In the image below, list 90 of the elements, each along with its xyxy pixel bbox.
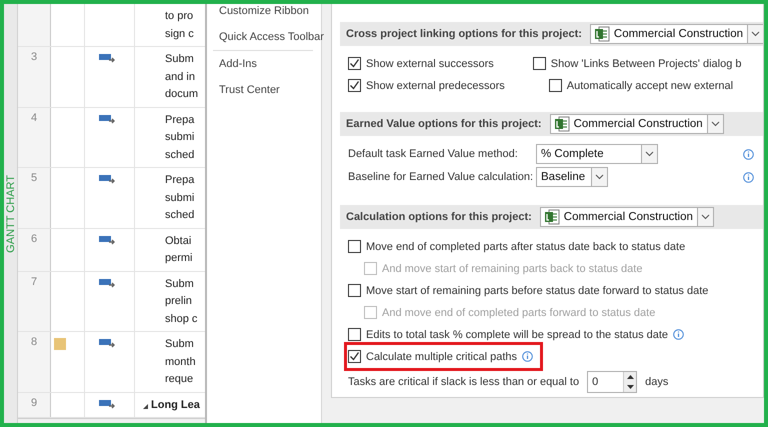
task-name: Prepa	[165, 173, 194, 188]
task-row[interactable]: 7 Subm prelin shop c	[18, 272, 205, 332]
option-label: Move end of completed parts after status date back to status date	[366, 240, 686, 252]
option-label: Automatically accept new external	[566, 80, 734, 92]
task-mode-icon	[99, 53, 116, 65]
option-label: Edits to total task % complete will be spread to the status date	[366, 328, 668, 340]
option-label: Show external predecessors	[366, 80, 505, 92]
section-title: Earned Value options for this project:	[346, 118, 542, 130]
task-row[interactable]: 6 Obtai permi	[18, 228, 205, 272]
caret-icon	[700, 214, 710, 220]
section-title: Calculation options for this project:	[346, 211, 532, 223]
project-dropdown[interactable]: Commercial Construction	[540, 207, 714, 227]
task-name: sched	[165, 148, 194, 162]
spin-down-button[interactable]	[624, 382, 636, 392]
value-dropdown[interactable]: % Complete	[536, 144, 658, 164]
project-file-icon	[594, 26, 610, 42]
field-label: Tasks are critical if slack is less than or equal to	[348, 376, 580, 388]
nav-item[interactable]: Customize Ribbon	[213, 4, 315, 24]
caret-icon	[710, 121, 720, 127]
task-name: docum	[165, 87, 198, 102]
task-row[interactable]: to pro sign c	[18, 4, 205, 47]
option-label: Show external successors	[366, 58, 494, 70]
task-row[interactable]: 8 Subm month reque	[18, 332, 205, 392]
checkbox[interactable]	[548, 79, 562, 92]
task-mode-icon	[99, 278, 116, 290]
task-mode-icon	[99, 398, 116, 410]
checkbox[interactable]	[348, 284, 361, 297]
task-name: and in	[165, 70, 195, 84]
task-name: Subm	[165, 276, 194, 292]
caret-icon	[595, 174, 604, 180]
row-number: 4	[30, 112, 38, 124]
row-number: 6	[30, 232, 38, 244]
project-dropdown[interactable]: Commercial Construction	[590, 24, 763, 44]
option-label: Move start of remaining parts before status date forward to status date	[366, 284, 708, 296]
task-name: month	[165, 354, 196, 370]
caret-icon	[751, 31, 760, 37]
task-mode-icon	[99, 234, 116, 246]
task-name: sign c	[165, 26, 194, 42]
project-file-icon	[544, 209, 560, 225]
task-name: to pro	[165, 9, 194, 24]
task-name: Long Lea	[151, 398, 200, 412]
task-name: sched	[165, 208, 194, 223]
checkbox[interactable]	[348, 57, 361, 70]
row-number: 3	[30, 51, 38, 63]
task-row[interactable]: 3 Subm and in docum	[18, 47, 205, 108]
task-name: submi	[165, 130, 194, 145]
task-name: submi	[165, 190, 194, 206]
project-file-icon	[554, 116, 570, 132]
up-triangle-icon	[626, 375, 634, 379]
task-mode-icon	[99, 338, 116, 350]
nav-item[interactable]: Quick Access Toolbar	[213, 24, 330, 50]
task-mode-icon	[99, 174, 116, 186]
field-label: Default task Earned Value method:	[348, 148, 518, 160]
row-number: 7	[30, 276, 38, 288]
task-mode-icon	[99, 114, 116, 126]
caret-icon	[645, 151, 654, 157]
checkbox[interactable]	[348, 79, 361, 92]
collapse-icon[interactable]	[143, 404, 148, 408]
task-name: Obtai	[165, 234, 192, 248]
section-title: Cross project linking options for this project:	[346, 28, 582, 40]
checkbox[interactable]	[348, 328, 361, 341]
row-number: 8	[30, 336, 38, 348]
project-dropdown[interactable]: Commercial Construction	[550, 114, 724, 134]
task-name: Subm	[165, 52, 194, 67]
task-row[interactable]: 4 Prepa submi sched	[18, 108, 205, 168]
task-name: permi	[165, 251, 193, 266]
option-label: And move end of completed parts forward to status date	[382, 306, 656, 318]
task-name: reque	[165, 372, 194, 387]
field-label: Baseline for Earned Value calculation:	[348, 171, 534, 183]
option-label: Show 'Links Between Projects' dialog b	[550, 58, 742, 70]
checkbox[interactable]	[532, 57, 546, 70]
view-bar-label: GANTT CHART	[4, 174, 16, 252]
task-name: shop c	[165, 312, 198, 326]
option-label: Calculate multiple critical paths	[366, 350, 518, 362]
checkbox[interactable]	[348, 350, 361, 363]
checkbox[interactable]	[348, 240, 361, 253]
down-triangle-icon	[626, 385, 634, 389]
task-name: Subm	[165, 337, 194, 352]
spin-up-button[interactable]	[624, 372, 636, 382]
nav-item[interactable]: Trust Center	[213, 77, 286, 103]
unit-label: days	[645, 376, 668, 388]
task-name: Prepa	[165, 112, 194, 128]
value-dropdown[interactable]: Baseline	[536, 167, 608, 187]
task-name: prelin	[165, 294, 192, 309]
nav-item[interactable]: Add-Ins	[213, 51, 263, 77]
option-label: And move start of remaining parts back to status date	[382, 262, 642, 274]
number-spin-field[interactable]: 0	[587, 371, 638, 393]
row-number: 9	[30, 396, 38, 408]
row-number: 5	[30, 172, 38, 184]
task-row[interactable]: 5 Prepa submi sched	[18, 168, 205, 228]
